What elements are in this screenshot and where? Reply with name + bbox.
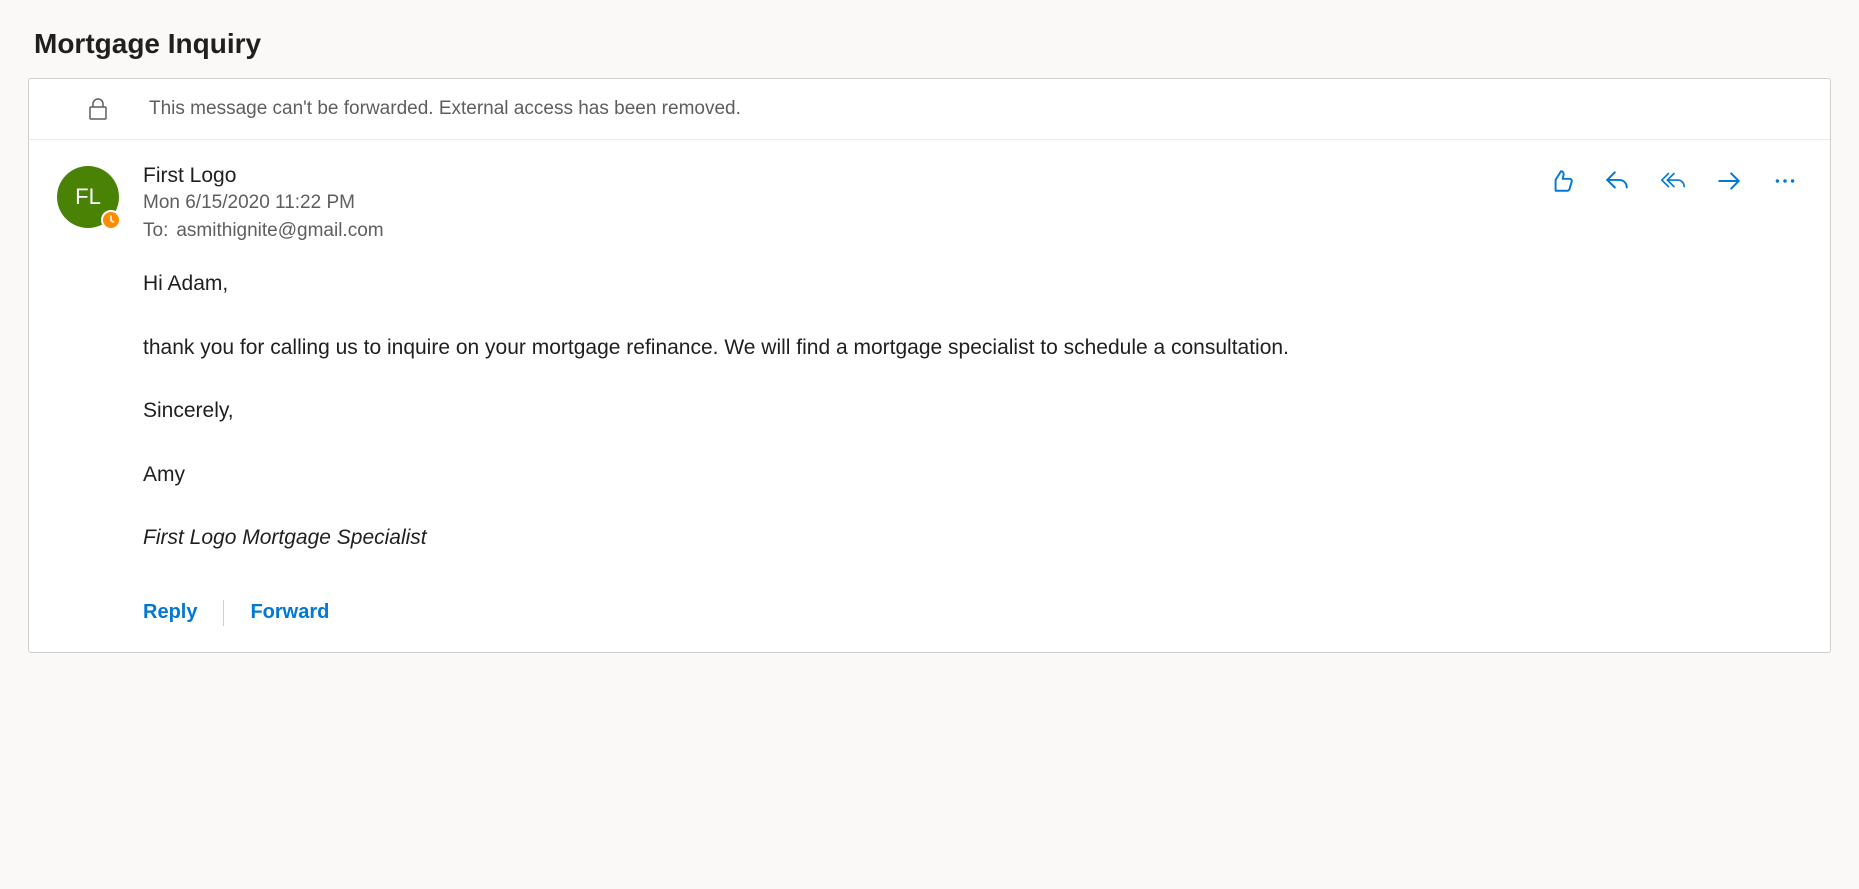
avatar-initials: FL bbox=[75, 184, 101, 210]
email-subject: Mortgage Inquiry bbox=[34, 28, 1831, 60]
divider bbox=[223, 600, 224, 626]
like-icon[interactable] bbox=[1548, 168, 1574, 194]
body-line: thank you for calling us to inquire on y… bbox=[143, 332, 1802, 364]
message-actions bbox=[1548, 164, 1802, 194]
forward-button[interactable]: Forward bbox=[250, 601, 329, 624]
reply-all-icon[interactable] bbox=[1660, 168, 1686, 194]
body-closing: Sincerely, bbox=[143, 395, 1802, 427]
signature-title: First Logo Mortgage Specialist bbox=[143, 522, 1802, 554]
message-area: FL First Logo Mon 6/15/2020 11:22 PM To:… bbox=[29, 140, 1830, 652]
sent-datetime: Mon 6/15/2020 11:22 PM bbox=[143, 192, 384, 214]
sender-name[interactable]: First Logo bbox=[143, 164, 384, 188]
body-greeting: Hi Adam, bbox=[143, 268, 1802, 300]
email-card: This message can't be forwarded. Externa… bbox=[28, 78, 1831, 653]
email-body: Hi Adam, thank you for calling us to inq… bbox=[143, 268, 1802, 554]
more-actions-icon[interactable] bbox=[1772, 168, 1798, 194]
quick-actions: Reply Forward bbox=[143, 600, 1802, 626]
restriction-text: This message can't be forwarded. Externa… bbox=[149, 98, 741, 120]
to-label: To: bbox=[143, 220, 168, 241]
lock-icon bbox=[79, 97, 117, 121]
reply-icon[interactable] bbox=[1604, 168, 1630, 194]
sender-avatar[interactable]: FL bbox=[57, 166, 119, 228]
to-line: To: asmithignite@gmail.com bbox=[143, 220, 384, 242]
reply-button[interactable]: Reply bbox=[143, 601, 197, 624]
body-signer: Amy bbox=[143, 459, 1802, 491]
restriction-banner: This message can't be forwarded. Externa… bbox=[29, 79, 1830, 140]
forward-icon[interactable] bbox=[1716, 168, 1742, 194]
to-recipient[interactable]: asmithignite@gmail.com bbox=[176, 220, 383, 241]
presence-away-icon bbox=[101, 210, 121, 230]
